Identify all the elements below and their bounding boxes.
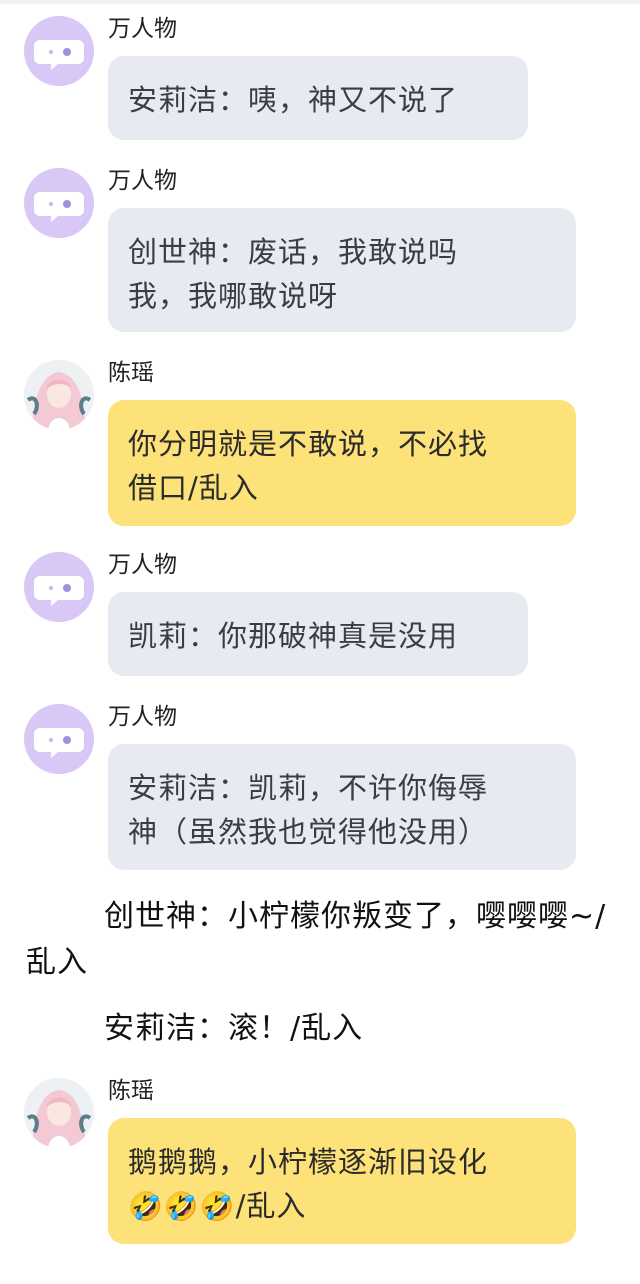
- message-bubble[interactable]: 你分明就是不敢说，不必找 借口/乱入: [108, 400, 576, 526]
- message-text-line: 借口/乱入: [128, 471, 259, 505]
- anime-girl-avatar-icon: [24, 360, 94, 430]
- message-bubble[interactable]: 安莉洁：咦，神又不说了: [108, 56, 528, 140]
- sender-name: 陈瑶: [108, 360, 154, 386]
- top-divider: [0, 0, 640, 4]
- chat-bubble-icon: [34, 728, 84, 758]
- user-avatar[interactable]: [24, 360, 94, 430]
- bot-avatar[interactable]: [24, 168, 94, 238]
- chat-bubble-icon: [34, 576, 84, 606]
- message-text-line: 你分明就是不敢说，不必找: [128, 427, 489, 461]
- anime-girl-avatar-icon: [24, 1078, 94, 1148]
- narration-text: 创世神：小柠檬你叛变了，嘤嘤嘤~/乱入: [26, 899, 607, 980]
- message-text-suffix: /乱入: [235, 1189, 307, 1223]
- message-text: 凯莉：你那破神真是没用: [128, 619, 459, 653]
- bot-avatar[interactable]: [24, 704, 94, 774]
- message-text-line: 创世神：废话，我敢说吗: [128, 235, 459, 269]
- message-text-line: 神（虽然我也觉得他没用）: [128, 815, 489, 849]
- bot-avatar[interactable]: [24, 552, 94, 622]
- message-bubble[interactable]: 创世神：废话，我敢说吗 我，我哪敢说呀: [108, 208, 576, 332]
- sender-name: 万人物: [108, 168, 177, 194]
- chat-bubble-icon: [34, 192, 84, 222]
- sender-name: 万人物: [108, 16, 177, 42]
- message-text-line: 鹅鹅鹅，小柠檬逐渐旧设化: [128, 1145, 489, 1179]
- narration-text: 安莉洁：滚！/乱入: [104, 1011, 364, 1046]
- message-bubble[interactable]: 鹅鹅鹅，小柠檬逐渐旧设化 🤣🤣🤣/乱入: [108, 1118, 576, 1244]
- sender-name: 万人物: [108, 704, 177, 730]
- message-text-line: 安莉洁：凯莉，不许你侮辱: [128, 771, 489, 805]
- user-avatar[interactable]: [24, 1078, 94, 1148]
- sender-name: 万人物: [108, 552, 177, 578]
- message-bubble[interactable]: 凯莉：你那破神真是没用: [108, 592, 528, 676]
- message-text: 安莉洁：咦，神又不说了: [128, 83, 459, 117]
- chat-bubble-icon: [34, 40, 84, 70]
- message-bubble[interactable]: 安莉洁：凯莉，不许你侮辱 神（虽然我也觉得他没用）: [108, 744, 576, 870]
- message-text-line: 我，我哪敢说呀: [128, 279, 339, 313]
- message-text-line: 🤣🤣🤣/乱入: [128, 1184, 556, 1229]
- bot-avatar[interactable]: [24, 16, 94, 86]
- sender-name: 陈瑶: [108, 1078, 154, 1104]
- rolling-laughing-emoji-icon: 🤣🤣🤣: [128, 1190, 236, 1223]
